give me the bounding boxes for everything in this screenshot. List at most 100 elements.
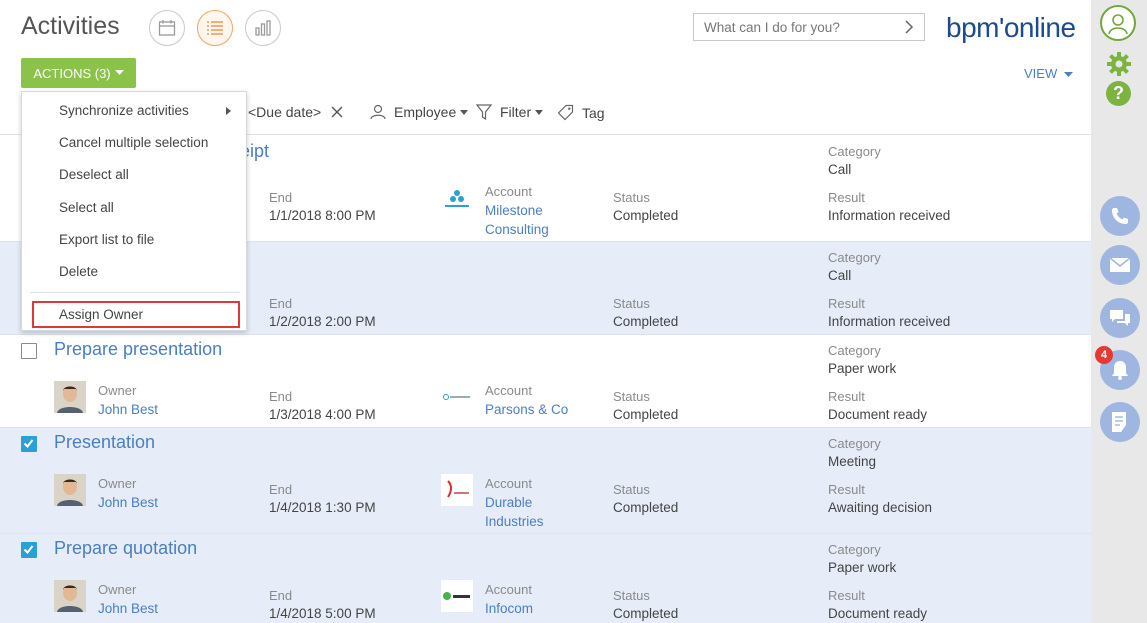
phone-button[interactable]	[1100, 196, 1140, 236]
status-label: Status	[613, 482, 650, 497]
caret-down-icon	[1063, 72, 1073, 77]
account-link[interactable]: Durable	[485, 493, 532, 512]
end-value: 1/2/2018 2:00 PM	[269, 314, 376, 329]
durable-logo-icon	[447, 480, 469, 498]
actions-dropdown-menu: Synchronize activities Cancel multiple s…	[21, 91, 247, 331]
chevron-right-icon[interactable]	[904, 20, 914, 34]
category-value: Paper work	[828, 361, 897, 376]
end-value: 1/3/2018 4:00 PM	[269, 407, 376, 422]
help-button[interactable]: ?	[1106, 81, 1131, 106]
due-date-filter[interactable]: <Due date>	[248, 104, 343, 120]
status-label: Status	[613, 296, 650, 311]
calendar-view-button[interactable]	[149, 10, 185, 46]
employee-filter[interactable]: Employee	[370, 104, 469, 120]
menu-item-export-list[interactable]: Export list to file	[59, 232, 154, 247]
menu-item-assign-owner[interactable]: Assign Owner	[59, 307, 143, 322]
avatar	[54, 580, 86, 612]
owner-link[interactable]: John Best	[98, 599, 158, 618]
feed-button[interactable]	[1100, 402, 1140, 442]
account-logo	[441, 580, 473, 612]
due-date-filter-label: <Due date>	[248, 104, 322, 120]
email-icon	[1109, 257, 1131, 272]
account-link[interactable]: Parsons & Co	[485, 400, 568, 419]
milestone-logo-icon	[445, 190, 469, 207]
tag-filter[interactable]: Tag	[557, 104, 605, 121]
person-photo-icon	[54, 381, 86, 413]
end-label: End	[269, 482, 293, 497]
menu-item-cancel-multiple-selection[interactable]: Cancel multiple selection	[59, 135, 208, 150]
result-value: Information received	[828, 314, 951, 329]
chat-button[interactable]	[1100, 298, 1140, 338]
activity-title[interactable]: Presentation	[54, 432, 155, 453]
result-label: Result	[828, 588, 865, 603]
row-checkbox[interactable]	[21, 343, 37, 359]
activity-title[interactable]: Prepare quotation	[54, 538, 197, 559]
account-link[interactable]: Infocom	[485, 599, 533, 618]
owner-link[interactable]: John Best	[98, 400, 158, 419]
caret-down-icon	[114, 70, 124, 75]
owner-link[interactable]: John Best	[98, 493, 158, 512]
view-label: VIEW	[1024, 66, 1058, 81]
account-link[interactable]: Milestone	[485, 201, 543, 220]
main-panel: Activities What can I do for you? bpm'on…	[0, 0, 1091, 623]
account-logo	[441, 474, 473, 506]
settings-button[interactable]	[1106, 51, 1132, 82]
notification-count-badge: 4	[1095, 346, 1113, 364]
table-row[interactable]: Prepare presentation Owner John Best End…	[0, 335, 1091, 428]
chat-icon	[1110, 310, 1130, 326]
account-logo	[441, 381, 473, 413]
menu-item-deselect-all[interactable]: Deselect all	[59, 167, 129, 182]
menu-divider	[30, 292, 240, 293]
parsons-logo-icon	[443, 394, 470, 400]
list-view-button[interactable]	[197, 10, 233, 46]
menu-item-synchronize-activities[interactable]: Synchronize activities	[59, 103, 189, 118]
menu-item-delete[interactable]: Delete	[59, 264, 98, 279]
email-button[interactable]	[1100, 245, 1140, 285]
category-value: Call	[828, 162, 852, 177]
command-search[interactable]	[693, 13, 925, 41]
account-label: Account	[485, 184, 532, 199]
category-value: Meeting	[828, 454, 877, 469]
result-value: Document ready	[828, 606, 928, 621]
actions-button[interactable]: ACTIONS (3)	[21, 58, 136, 88]
status-value: Completed	[613, 208, 679, 223]
account-link-line2[interactable]: Consulting	[485, 220, 549, 239]
analytics-view-button[interactable]	[245, 10, 281, 46]
status-value: Completed	[613, 500, 679, 515]
owner-label: Owner	[98, 383, 137, 398]
end-label: End	[269, 296, 293, 311]
owner-label: Owner	[98, 582, 137, 597]
row-checkbox[interactable]	[21, 542, 37, 558]
row-checkbox[interactable]	[21, 436, 37, 452]
owner-label: Owner	[98, 476, 137, 491]
caret-right-icon	[226, 107, 231, 115]
account-link-line2[interactable]: Industries	[485, 512, 544, 531]
phone-icon	[1112, 208, 1128, 224]
status-value: Completed	[613, 407, 679, 422]
actions-label: ACTIONS (3)	[33, 65, 111, 81]
profile-button[interactable]	[1100, 5, 1136, 41]
infocom-logo-icon	[443, 592, 470, 600]
filter-label: Filter	[500, 104, 532, 120]
table-row[interactable]: Presentation Owner John Best End 1/4/201…	[0, 428, 1091, 534]
gear-icon	[1107, 52, 1131, 76]
category-label: Category	[828, 436, 881, 451]
account-logo	[441, 183, 473, 215]
bar-chart-icon	[255, 20, 271, 36]
tag-label: Tag	[582, 104, 605, 121]
account-label: Account	[485, 476, 532, 491]
search-input[interactable]	[704, 19, 904, 35]
status-label: Status	[613, 389, 650, 404]
end-value: 1/1/2018 8:00 PM	[269, 208, 376, 223]
view-menu-button[interactable]: VIEW	[1024, 66, 1073, 81]
table-row[interactable]: Prepare quotation Owner John Best End 1/…	[0, 534, 1091, 623]
close-icon[interactable]	[331, 106, 343, 118]
avatar	[54, 381, 86, 413]
end-label: End	[269, 389, 293, 404]
menu-item-select-all[interactable]: Select all	[59, 200, 114, 215]
status-value: Completed	[613, 606, 679, 621]
filter-menu[interactable]: Filter	[476, 104, 544, 120]
activity-title[interactable]: Prepare presentation	[54, 339, 222, 360]
end-value: 1/4/2018 1:30 PM	[269, 500, 376, 515]
employee-filter-label: Employee	[394, 104, 457, 120]
